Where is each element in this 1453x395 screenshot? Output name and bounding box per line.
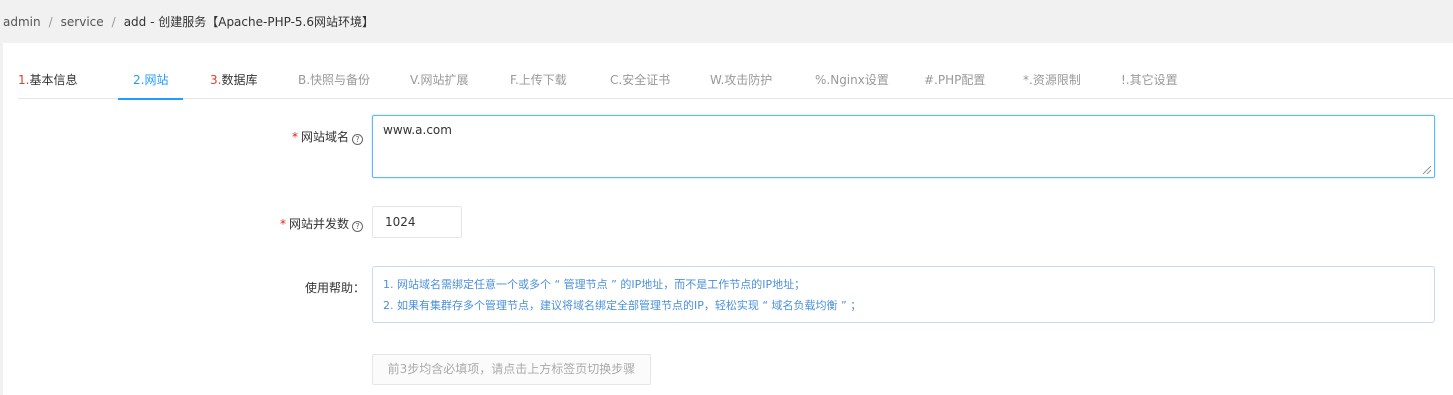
domain-label: * 网站域名? [292, 128, 363, 145]
tab-label: 2.网站 [133, 73, 169, 87]
tab-upload-download[interactable]: F.上传下载 [510, 61, 567, 99]
breadcrumb-current: add - 创建服务【Apache-PHP-5.6网站环境】 [123, 15, 374, 29]
tab-bar: 1.基本信息 2.网站 3.数据库 B.快照与备份 V.网站扩展 F.上传下载 … [18, 61, 1453, 100]
tab-number: 3. [210, 73, 222, 87]
domain-label-text: 网站域名 [300, 130, 349, 144]
help-icon[interactable]: ? [352, 134, 363, 145]
breadcrumb-separator: / [111, 14, 116, 29]
tab-website-extension[interactable]: V.网站扩展 [410, 61, 468, 99]
help-label: 使用帮助： [304, 281, 365, 295]
tab-attack-protection[interactable]: W.攻击防护 [710, 61, 772, 99]
tab-label: !.其它设置 [1121, 73, 1178, 87]
breadcrumb-item-service[interactable]: service [61, 15, 104, 29]
tab-label: 基本信息 [29, 73, 78, 87]
breadcrumb: admin / service / add - 创建服务【Apache-PHP-… [0, 0, 1453, 43]
domain-textarea[interactable]: www.a.com [372, 115, 1435, 178]
tab-label: W.攻击防护 [710, 73, 773, 87]
tab-label: *.资源限制 [1023, 73, 1081, 87]
tab-label: V.网站扩展 [410, 73, 469, 87]
tab-website[interactable]: 2.网站 [117, 61, 185, 100]
tab-basic-info[interactable]: 1.基本信息 [18, 61, 77, 99]
concurrency-input[interactable]: 1024 [372, 206, 462, 238]
form-card: 1.基本信息 2.网站 3.数据库 B.快照与备份 V.网站扩展 F.上传下载 … [3, 43, 1453, 395]
tab-php-config[interactable]: #.PHP配置 [924, 61, 985, 99]
domain-value: www.a.com [383, 123, 452, 137]
step-hint-button[interactable]: 前3步均含必填项，请点击上方标签页切换步骤 [372, 354, 651, 385]
tab-label: C.安全证书 [610, 73, 671, 87]
tab-number: 1. [18, 73, 30, 87]
concurrency-label-text: 网站并发数 [288, 217, 349, 231]
resize-grip-icon[interactable] [1423, 166, 1431, 174]
help-line-2: 2. 如果有集群存多个管理节点，建议将域名绑定全部管理节点的IP，轻松实现 “ … [383, 299, 862, 312]
breadcrumb-separator: / [48, 14, 53, 29]
tab-snapshot-backup[interactable]: B.快照与备份 [298, 61, 370, 99]
tab-label: %.Nginx设置 [815, 73, 889, 87]
help-box: 1. 网站域名需绑定任意一个或多个 “ 管理节点 ” 的IP地址，而不是工作节点… [372, 266, 1435, 323]
breadcrumb-item-admin[interactable]: admin [3, 15, 41, 29]
required-mark: * [291, 130, 298, 144]
tab-nginx-settings[interactable]: %.Nginx设置 [815, 61, 889, 99]
help-icon[interactable]: ? [352, 221, 363, 232]
tab-label: #.PHP配置 [924, 73, 986, 87]
help-line-1: 1. 网站域名需绑定任意一个或多个 “ 管理节点 ” 的IP地址，而不是工作节点… [383, 278, 806, 291]
tab-label: B.快照与备份 [298, 73, 371, 87]
tab-security-cert[interactable]: C.安全证书 [610, 61, 670, 99]
tab-other-settings[interactable]: !.其它设置 [1121, 61, 1178, 99]
required-mark: * [279, 217, 286, 231]
tab-resource-limits[interactable]: *.资源限制 [1023, 61, 1081, 99]
tab-database[interactable]: 3.数据库 [210, 61, 257, 99]
tab-label: F.上传下载 [510, 73, 567, 87]
concurrency-label: * 网站并发数? [280, 215, 363, 232]
tab-label: 数据库 [221, 73, 258, 87]
